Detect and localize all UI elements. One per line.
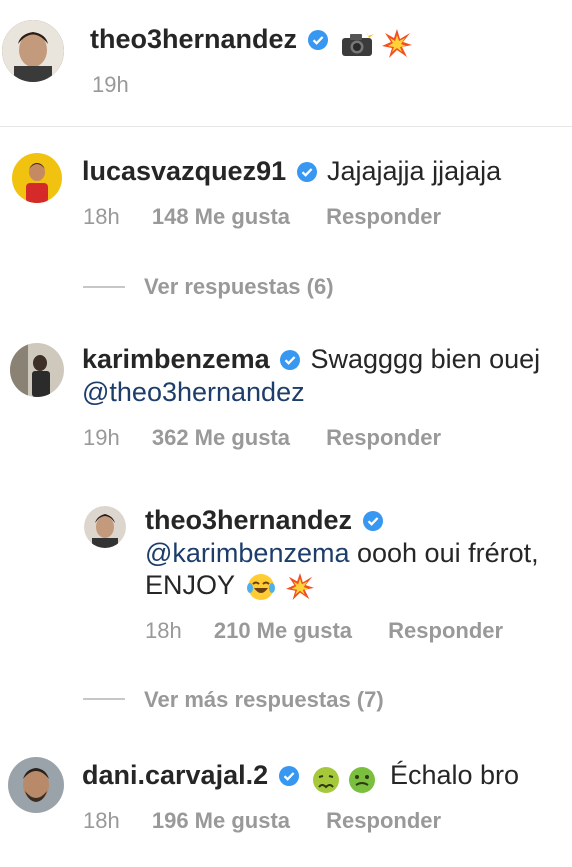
comment-time: 18h bbox=[83, 204, 120, 229]
nauseated-face-icon bbox=[313, 766, 340, 793]
mention-link[interactable]: @theo3hernandez bbox=[82, 377, 305, 408]
reply-text-2: ENJOY bbox=[145, 570, 235, 600]
verified-badge-icon bbox=[278, 766, 299, 786]
comment: dani.carvajal.2 Échalo bro bbox=[82, 760, 519, 795]
comment-username[interactable]: dani.carvajal.2 bbox=[82, 760, 268, 790]
reply-text-line2: ENJOY bbox=[145, 570, 314, 602]
comment-time: 19h bbox=[83, 425, 120, 450]
avatar[interactable] bbox=[12, 153, 62, 203]
tears-of-joy-icon bbox=[247, 573, 276, 600]
avatar[interactable] bbox=[10, 343, 64, 397]
camera-with-flash-icon bbox=[341, 29, 374, 56]
comment-meta: 18h 196 Me gusta Responder bbox=[83, 808, 441, 834]
avatar[interactable] bbox=[84, 506, 126, 548]
reply-button[interactable]: Responder bbox=[326, 204, 441, 229]
verified-badge-icon bbox=[362, 511, 383, 531]
reply-text: oooh oui frérot, bbox=[349, 538, 539, 568]
comment-username[interactable]: lucasvazquez91 bbox=[82, 156, 286, 186]
avatar[interactable] bbox=[2, 20, 64, 82]
divider bbox=[0, 126, 572, 127]
comment-time: 18h bbox=[83, 808, 120, 833]
reply-comment: theo3hernandez bbox=[145, 505, 383, 536]
comment-meta: 18h 148 Me gusta Responder bbox=[83, 204, 441, 230]
verified-badge-icon bbox=[296, 162, 317, 182]
post-time: 19h bbox=[92, 72, 129, 97]
divider bbox=[83, 286, 125, 288]
post-header: theo3hernandez bbox=[90, 24, 413, 59]
likes-count[interactable]: 148 Me gusta bbox=[152, 204, 290, 229]
view-more-replies-button[interactable]: Ver más respuestas (7) bbox=[144, 687, 384, 713]
comment-text: Swagggg bien ouej bbox=[310, 344, 541, 374]
comment-time: 18h bbox=[145, 618, 182, 643]
comment-meta: 19h 362 Me gusta Responder bbox=[83, 425, 441, 451]
reply-button[interactable]: Responder bbox=[388, 618, 503, 643]
verified-badge-icon bbox=[280, 350, 301, 370]
collision-icon bbox=[285, 572, 314, 600]
reply-text-line1: @karimbenzema oooh oui frérot, bbox=[145, 538, 539, 569]
comment: karimbenzema Swagggg bien ouej bbox=[82, 344, 540, 375]
comment-meta: 18h 210 Me gusta Responder bbox=[145, 618, 503, 644]
likes-count[interactable]: 362 Me gusta bbox=[152, 425, 290, 450]
sick-face-icon bbox=[349, 766, 376, 793]
reply-username[interactable]: theo3hernandez bbox=[145, 505, 352, 535]
collision-icon bbox=[382, 28, 413, 58]
comment-username[interactable]: karimbenzema bbox=[82, 344, 270, 374]
comment-text: Jajajajja jjajaja bbox=[327, 156, 502, 186]
verified-badge-icon bbox=[307, 30, 328, 50]
comment: lucasvazquez91 Jajajajja jjajaja bbox=[82, 156, 501, 187]
likes-count[interactable]: 210 Me gusta bbox=[214, 618, 352, 643]
likes-count[interactable]: 196 Me gusta bbox=[152, 808, 290, 833]
mention-link[interactable]: @karimbenzema bbox=[145, 538, 349, 568]
avatar[interactable] bbox=[8, 757, 64, 813]
divider bbox=[83, 698, 125, 700]
reply-button[interactable]: Responder bbox=[326, 808, 441, 833]
comment-text: Échalo bro bbox=[389, 760, 520, 790]
view-replies-button[interactable]: Ver respuestas (6) bbox=[144, 274, 334, 300]
reply-button[interactable]: Responder bbox=[326, 425, 441, 450]
post-username[interactable]: theo3hernandez bbox=[90, 24, 297, 54]
